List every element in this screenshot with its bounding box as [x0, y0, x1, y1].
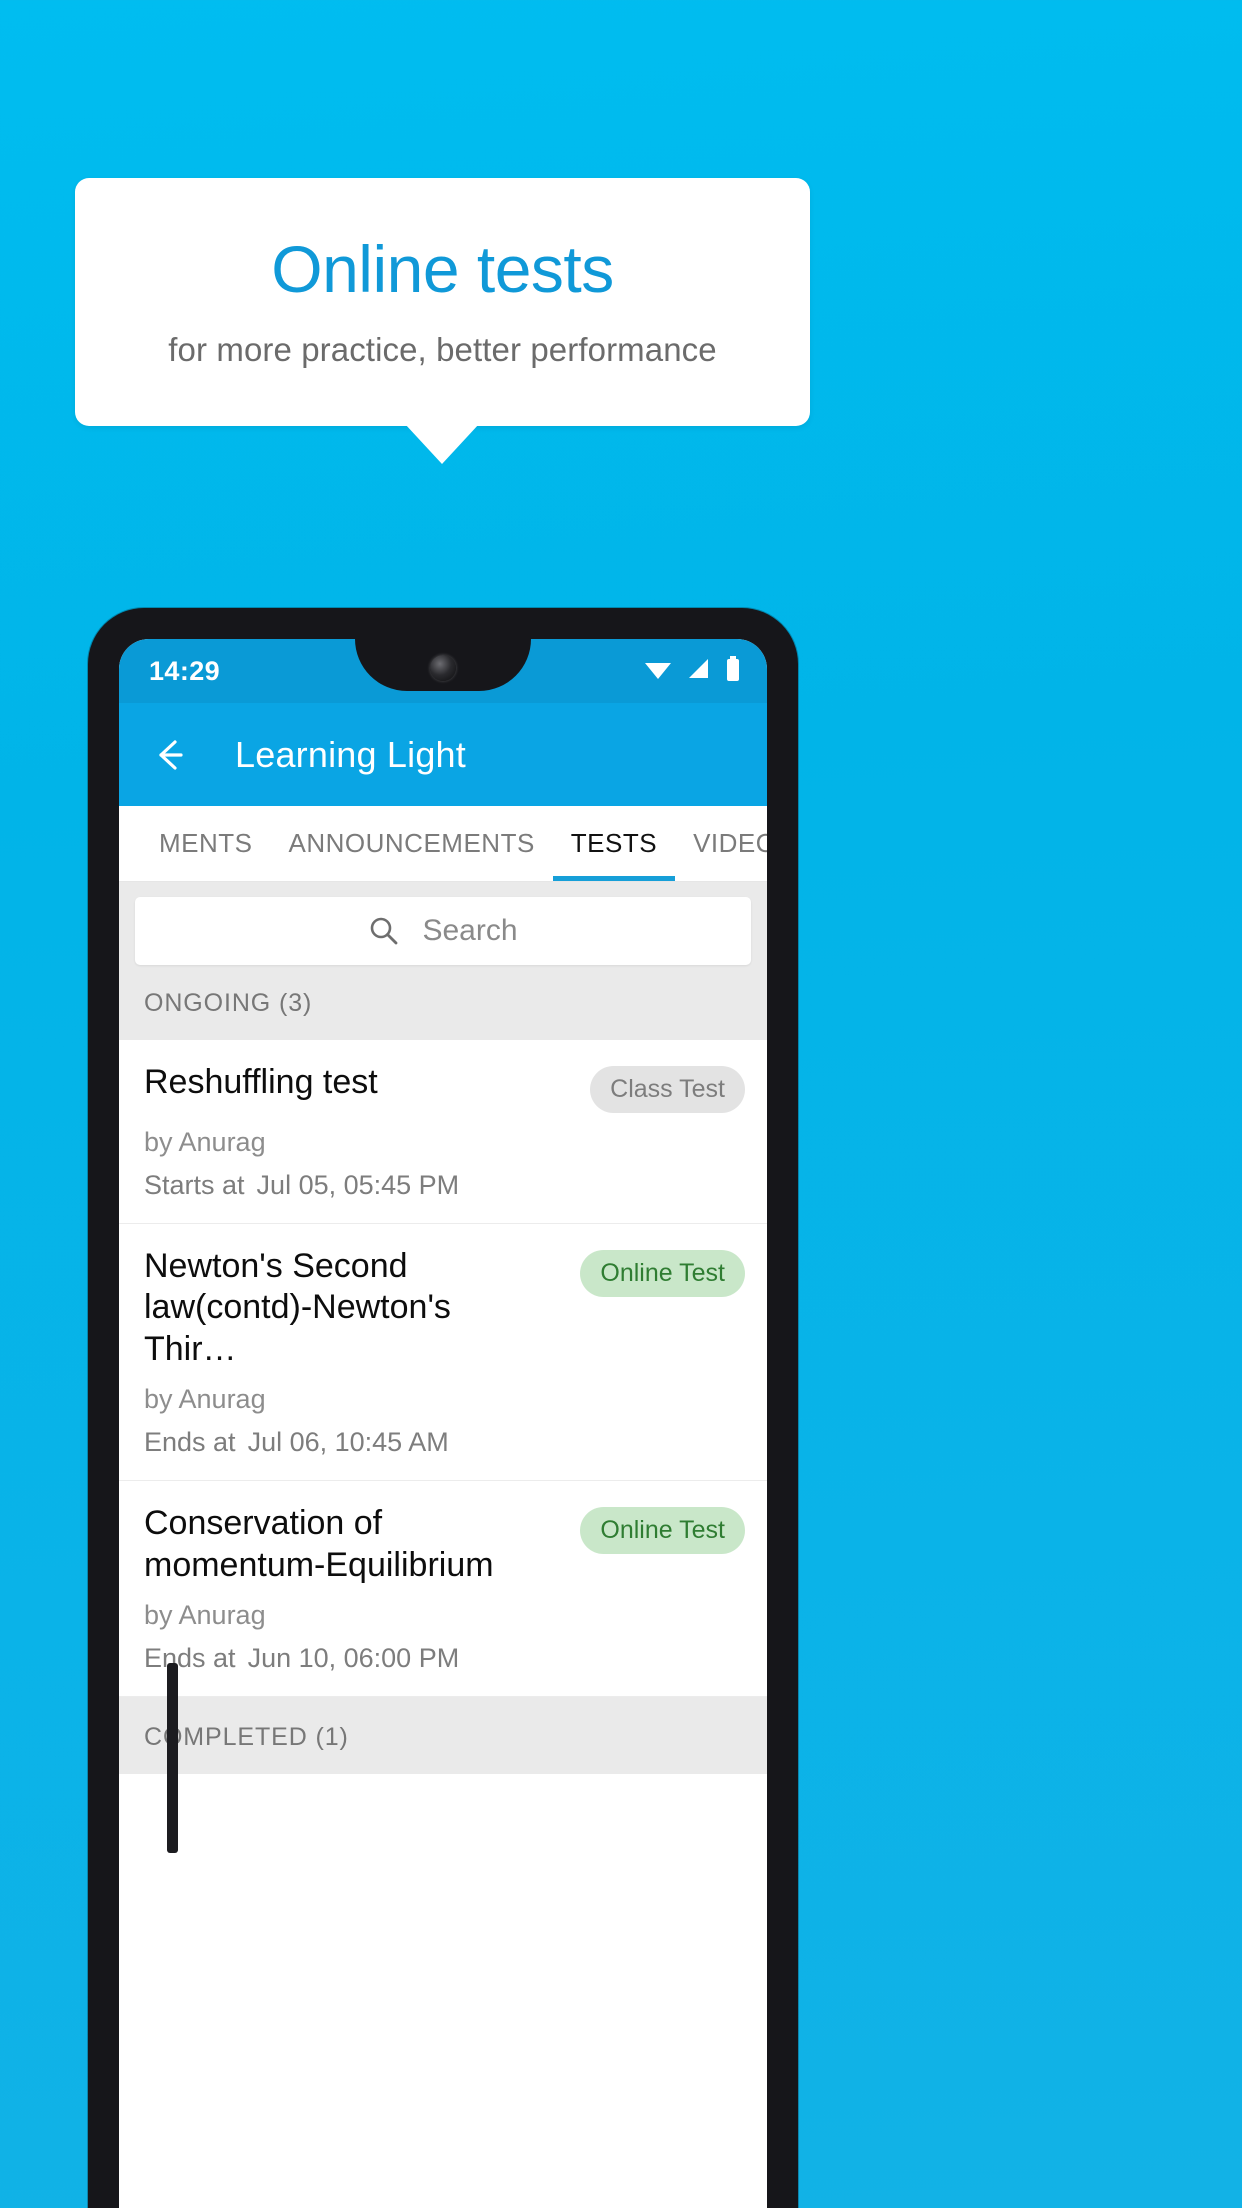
status-badge: Class Test — [590, 1066, 745, 1113]
row-header: Conservation of momentum-Equilibrium Onl… — [144, 1503, 745, 1586]
phone-frame: 14:29 Learning Light MENTS ANNOUNCEMENTS… — [88, 608, 798, 2208]
wifi-icon — [643, 657, 673, 686]
table-row[interactable]: Conservation of momentum-Equilibrium Onl… — [119, 1481, 767, 1698]
phone-notch — [355, 639, 531, 691]
battery-icon — [725, 655, 741, 687]
test-time: Ends at Jul 06, 10:45 AM — [144, 1427, 745, 1458]
row-header: Newton's Second law(contd)-Newton's Thir… — [144, 1246, 745, 1370]
test-author: by Anurag — [144, 1600, 266, 1631]
section-header-ongoing: ONGOING (3) — [119, 981, 767, 1040]
test-title: Reshuffling test — [144, 1063, 378, 1101]
page-title: Learning Light — [235, 733, 466, 775]
test-time: Ends at Jun 10, 06:00 PM — [144, 1643, 745, 1674]
signal-icon — [686, 657, 712, 686]
search-icon — [368, 915, 400, 947]
row-header: Reshuffling test Class Test — [144, 1062, 745, 1113]
status-bar-icons — [643, 655, 741, 687]
promo-title: Online tests — [271, 232, 614, 307]
section-header-completed: COMPLETED (1) — [119, 1697, 767, 1775]
test-time-value: Jul 06, 10:45 AM — [247, 1427, 449, 1458]
tab-announcements[interactable]: ANNOUNCEMENTS — [271, 806, 553, 881]
test-title: Conservation of momentum-Equilibrium — [144, 1504, 494, 1584]
test-title: Newton's Second law(contd)-Newton's Thir… — [144, 1247, 451, 1368]
test-list: Reshuffling test Class Test by Anurag St… — [119, 1040, 767, 1698]
search-input[interactable]: Search — [135, 897, 751, 965]
tab-videos[interactable]: VIDEOS — [675, 806, 767, 881]
tab-bar: MENTS ANNOUNCEMENTS TESTS VIDEOS — [119, 806, 767, 882]
tab-assignments[interactable]: MENTS — [141, 806, 271, 881]
phone-screen: 14:29 Learning Light MENTS ANNOUNCEMENTS… — [119, 639, 767, 2208]
back-arrow-icon[interactable] — [147, 732, 193, 778]
promo-card-tail — [405, 424, 479, 464]
test-author: by Anurag — [144, 1127, 266, 1157]
front-camera — [430, 655, 456, 681]
search-container: Search — [119, 882, 767, 981]
test-author: by Anurag — [144, 1384, 266, 1415]
test-time-label: Starts at — [144, 1170, 245, 1200]
test-time-label: Ends at — [144, 1427, 236, 1458]
status-badge: Online Test — [580, 1250, 745, 1297]
table-row[interactable]: Newton's Second law(contd)-Newton's Thir… — [119, 1224, 767, 1482]
status-bar: 14:29 — [119, 639, 767, 703]
status-badge: Online Test — [580, 1507, 745, 1555]
app-bar: Learning Light — [119, 703, 767, 806]
test-time-value: Jul 05, 05:45 PM — [256, 1170, 460, 1200]
promo-subtitle: for more practice, better performance — [168, 330, 717, 368]
test-time: Starts at Jul 05, 05:45 PM — [144, 1170, 745, 1201]
test-time-value: Jun 10, 06:00 PM — [247, 1643, 460, 1674]
phone-mute-button — [167, 1663, 178, 1853]
tab-tests[interactable]: TESTS — [552, 806, 676, 881]
promo-card: Online tests for more practice, better p… — [75, 178, 810, 426]
search-placeholder: Search — [422, 914, 518, 947]
status-bar-time: 14:29 — [149, 655, 221, 686]
test-time-label: Ends at — [144, 1643, 236, 1674]
table-row[interactable]: Reshuffling test Class Test by Anurag St… — [119, 1040, 767, 1224]
